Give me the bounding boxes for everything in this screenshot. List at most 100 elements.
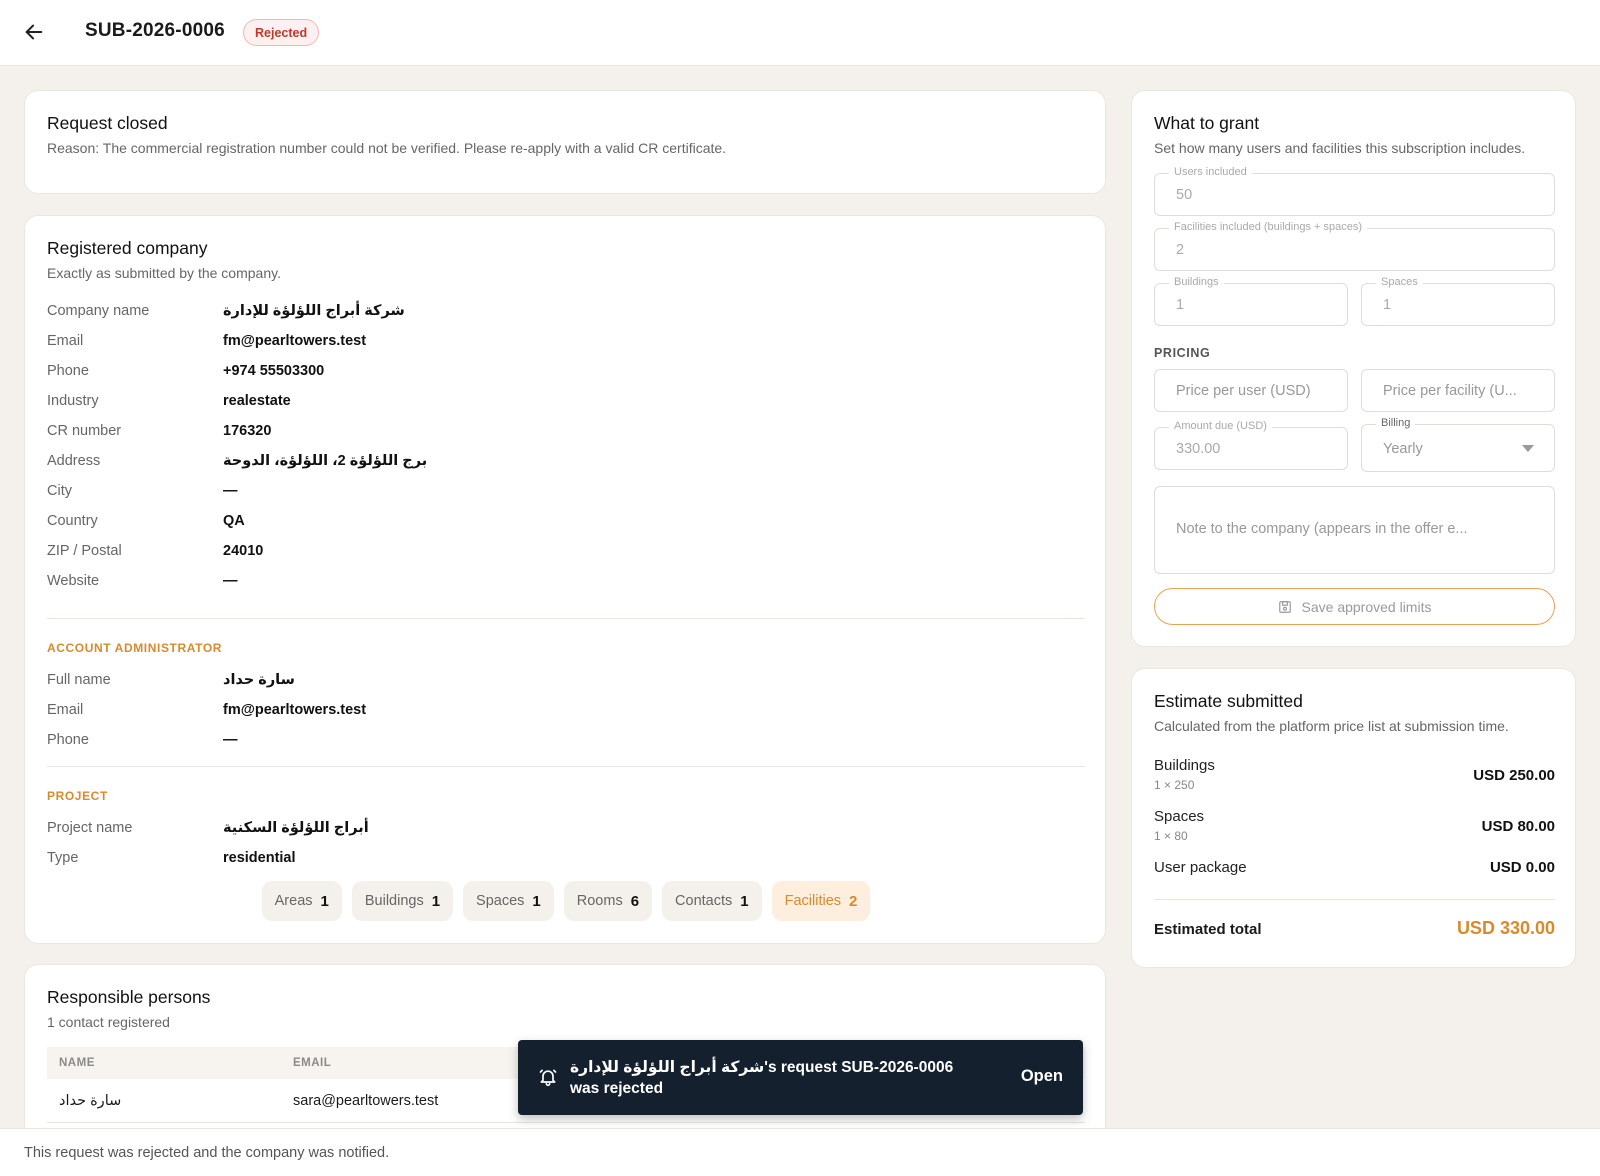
request-closed-title: Request closed <box>47 113 168 133</box>
project-type-value: residential <box>223 850 296 866</box>
save-button-label: Save approved limits <box>1301 598 1432 615</box>
save-approved-limits-button[interactable]: Save approved limits <box>1154 588 1555 625</box>
registered-company-card: Registered company Exactly as submitted … <box>24 215 1106 944</box>
field-label: Company name <box>47 303 150 319</box>
chip-count: 1 <box>431 892 441 910</box>
chip-count: 1 <box>532 892 541 910</box>
chip-spaces[interactable]: Spaces 1 <box>463 881 554 921</box>
estimate-title: Estimate submitted <box>1154 691 1303 711</box>
field-value: 50 <box>1176 187 1193 203</box>
admin-phone-row: Phone — <box>47 732 238 748</box>
estimate-item-amount: USD 80.00 <box>1481 818 1555 835</box>
company-city-row: City — <box>47 483 238 499</box>
field-label: Email <box>47 333 84 349</box>
chip-count: 1 <box>320 892 329 910</box>
field-label: City <box>47 483 72 499</box>
chip-rooms[interactable]: Rooms 6 <box>563 881 653 921</box>
estimate-submitted-card: Estimate submitted Calculated from the p… <box>1131 668 1576 968</box>
price-per-user-input[interactable]: Price per user (USD) <box>1154 369 1348 412</box>
admin-email-row: Email fm@pearltowers.test <box>47 702 366 718</box>
estimate-row-spaces: Spaces 1 × 80 USD 80.00 <box>1154 808 1555 843</box>
total-label: Estimated total <box>1154 921 1262 938</box>
chip-label: Areas <box>274 893 313 909</box>
company-zip-row: ZIP / Postal 24010 <box>47 543 263 559</box>
estimated-total-row: Estimated total USD 330.00 <box>1154 918 1555 938</box>
field-label: Buildings <box>1169 276 1224 288</box>
company-country-value: QA <box>223 513 245 529</box>
divider <box>1154 899 1555 900</box>
project-heading: PROJECT <box>47 789 108 803</box>
field-value: 1 <box>1176 297 1185 313</box>
top-bar: SUB-2026-0006 Rejected <box>0 0 1600 66</box>
chevron-down-icon <box>1522 445 1534 452</box>
field-label: Full name <box>47 672 111 688</box>
field-placeholder: Price per facility (U... <box>1383 383 1517 399</box>
chip-contacts[interactable]: Contacts 1 <box>662 881 762 921</box>
billing-select[interactable]: Billing Yearly <box>1361 417 1555 472</box>
account-admin-heading: ACCOUNT ADMINISTRATOR <box>47 641 223 655</box>
chip-count: 6 <box>630 892 640 910</box>
responsible-persons-title: Responsible persons <box>47 987 211 1007</box>
field-label: Email <box>47 702 84 718</box>
admin-name-value: سارة حداد <box>223 672 295 688</box>
column-header-email: EMAIL <box>293 1057 332 1069</box>
person-email: sara@pearltowers.test <box>293 1093 439 1109</box>
amount-due-field[interactable]: Amount due (USD) 330.00 <box>1154 420 1348 470</box>
field-label: Spaces <box>1376 276 1423 288</box>
field-label: Website <box>47 573 100 589</box>
price-per-facility-input[interactable]: Price per facility (U... <box>1361 369 1555 412</box>
field-label: Type <box>47 850 79 866</box>
project-name-value: أبراج اللؤلؤة السكنية <box>223 820 369 836</box>
estimate-item-amount: USD 250.00 <box>1473 767 1555 784</box>
company-industry-value: realestate <box>223 393 291 409</box>
toast-open-button[interactable]: Open <box>1021 1067 1063 1086</box>
field-label: Industry <box>47 393 99 409</box>
chip-areas[interactable]: Areas 1 <box>261 881 342 921</box>
field-label: Address <box>47 453 101 469</box>
chip-label: Facilities <box>784 893 842 909</box>
chip-label: Spaces <box>476 893 525 909</box>
field-label: Users included <box>1169 166 1252 178</box>
back-button[interactable] <box>20 18 48 46</box>
chip-label: Rooms <box>576 893 623 909</box>
company-industry-row: Industry realestate <box>47 393 291 409</box>
chip-buildings[interactable]: Buildings 1 <box>351 881 454 921</box>
field-value: Yearly <box>1383 441 1423 457</box>
estimate-row-user-package: User package USD 0.00 <box>1154 859 1555 876</box>
field-placeholder: Note to the company (appears in the offe… <box>1176 521 1468 537</box>
divider <box>47 618 1085 619</box>
field-placeholder: Price per user (USD) <box>1176 383 1311 399</box>
company-website-value: — <box>223 573 238 589</box>
field-label: CR number <box>47 423 122 439</box>
project-type-row: Type residential <box>47 850 296 866</box>
field-label: Phone <box>47 363 89 379</box>
chip-label: Buildings <box>364 893 424 909</box>
company-address-value: برج اللؤلؤة 2، اللؤلؤة، الدوحة <box>223 453 428 469</box>
company-zip-value: 24010 <box>223 543 264 559</box>
project-name-row: Project name أبراج اللؤلؤة السكنية <box>47 820 369 836</box>
bell-icon <box>539 1069 557 1087</box>
field-label: Billing <box>1376 417 1416 429</box>
company-name-value: شركة أبراج اللؤلؤة للإدارة <box>223 303 405 319</box>
field-label: ZIP / Postal <box>47 543 122 559</box>
users-included-field[interactable]: Users included 50 <box>1154 166 1555 216</box>
pricing-heading: PRICING <box>1154 346 1211 360</box>
company-address-row: Address برج اللؤلؤة 2، اللؤلؤة، الدوحة <box>47 453 427 469</box>
responsible-persons-subtitle: 1 contact registered <box>47 1014 170 1030</box>
admin-name-row: Full name سارة حداد <box>47 672 295 688</box>
admin-phone-value: — <box>223 732 238 748</box>
project-counts: Areas 1 Buildings 1 Spaces 1 Rooms 6 Contact… <box>25 881 1107 921</box>
chip-facilities[interactable]: Facilities 2 <box>771 881 871 921</box>
field-value: 2 <box>1176 242 1185 258</box>
what-to-grant-card: What to grant Set how many users and fac… <box>1131 90 1576 647</box>
field-label: Project name <box>47 820 133 836</box>
arrow-left-icon <box>25 24 43 40</box>
spaces-field[interactable]: Spaces 1 <box>1361 276 1555 326</box>
buildings-field[interactable]: Buildings 1 <box>1154 276 1348 326</box>
facilities-included-field[interactable]: Facilities included (buildings + spaces)… <box>1154 221 1555 271</box>
note-textarea[interactable]: Note to the company (appears in the offe… <box>1154 486 1555 574</box>
rejection-reason: Reason: The commercial registration numb… <box>47 140 727 156</box>
chip-count: 1 <box>740 892 749 910</box>
company-cr-value: 176320 <box>223 423 272 439</box>
field-label: Country <box>47 513 98 529</box>
